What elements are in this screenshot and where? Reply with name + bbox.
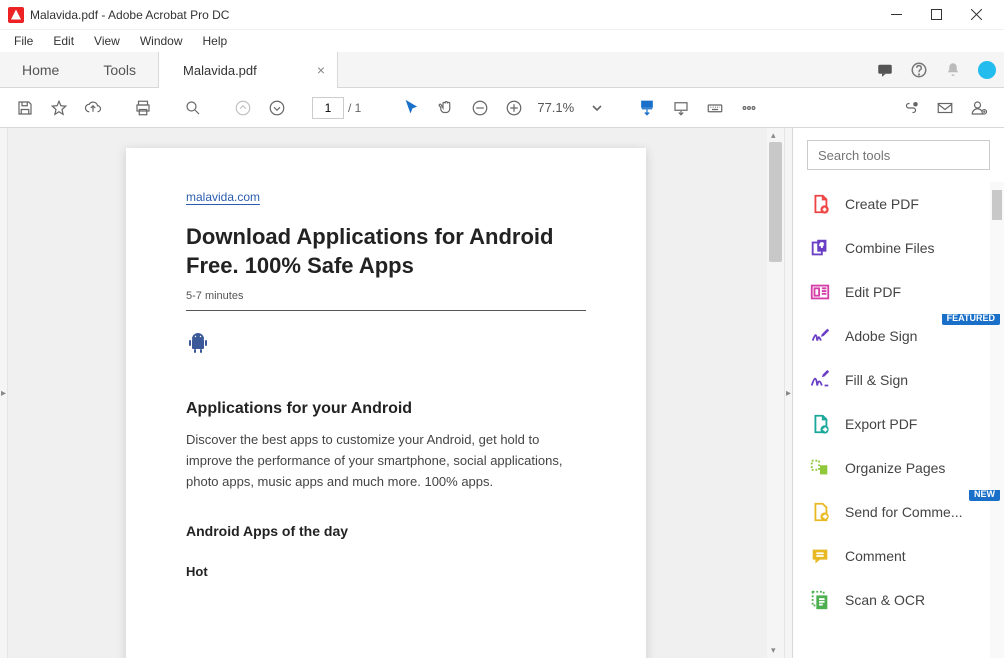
- tab-document-label: Malavida.pdf: [183, 63, 257, 78]
- doc-read-time: 5-7 minutes: [186, 290, 586, 302]
- print-icon[interactable]: [128, 93, 158, 123]
- fillsign-icon: [809, 369, 831, 391]
- cloud-upload-icon[interactable]: [78, 93, 108, 123]
- tool-label: Fill & Sign: [845, 372, 988, 388]
- menu-edit[interactable]: Edit: [43, 32, 84, 50]
- pdf-page: malavida.com Download Applications for A…: [126, 148, 646, 658]
- zoom-in-icon[interactable]: [499, 93, 529, 123]
- menu-window[interactable]: Window: [130, 32, 193, 50]
- help-icon[interactable]: [902, 52, 936, 87]
- menu-help[interactable]: Help: [193, 32, 238, 50]
- content-area: ▸ malavida.com Download Applications for…: [0, 128, 1004, 658]
- scrollbar-thumb[interactable]: [769, 142, 782, 262]
- comment-icon: [809, 545, 831, 567]
- organize-icon: [809, 457, 831, 479]
- user-avatar[interactable]: [970, 52, 1004, 87]
- email-icon[interactable]: [930, 93, 960, 123]
- tool-label: Edit PDF: [845, 284, 988, 300]
- acrobat-icon: [8, 7, 24, 23]
- tool-badge: NEW: [969, 490, 1000, 501]
- zoom-out-icon[interactable]: [465, 93, 495, 123]
- tool-item-sendcomment[interactable]: Send for Comme... NEW: [793, 490, 1004, 534]
- bell-icon[interactable]: [936, 52, 970, 87]
- tab-home[interactable]: Home: [0, 52, 81, 87]
- keyboard-icon[interactable]: [700, 93, 730, 123]
- link-cloud-icon[interactable]: [896, 93, 926, 123]
- sign-icon: [809, 325, 831, 347]
- tools-list: Create PDF Combine Files Edit PDF Adobe Sig…: [793, 182, 1004, 658]
- tool-badge: FEATURED: [942, 314, 1000, 325]
- page-input[interactable]: [312, 97, 344, 119]
- minimize-button[interactable]: [876, 0, 916, 29]
- window-title: Malavida.pdf - Adobe Acrobat Pro DC: [30, 8, 876, 22]
- page-down-icon[interactable]: [262, 93, 292, 123]
- chat-icon[interactable]: [868, 52, 902, 87]
- android-icon: [186, 331, 210, 355]
- tool-label: Organize Pages: [845, 460, 988, 476]
- menu-file[interactable]: File: [4, 32, 43, 50]
- tool-label: Send for Comme...: [845, 504, 988, 520]
- scan-icon: [809, 589, 831, 611]
- tool-item-scan[interactable]: Scan & OCR: [793, 578, 1004, 622]
- tool-item-sign[interactable]: Adobe Sign FEATURED: [793, 314, 1004, 358]
- sendcomment-icon: [809, 501, 831, 523]
- doc-h4: Hot: [186, 564, 586, 579]
- doc-h3: Android Apps of the day: [186, 523, 586, 539]
- doc-domain: malavida.com: [186, 190, 260, 205]
- export-icon: [809, 413, 831, 435]
- page-total: / 1: [348, 101, 361, 115]
- tool-item-organize[interactable]: Organize Pages: [793, 446, 1004, 490]
- create-icon: [809, 193, 831, 215]
- toolbar: / 1 77.1%: [0, 88, 1004, 128]
- close-button[interactable]: [956, 0, 996, 29]
- doc-h2: Applications for your Android: [186, 400, 586, 418]
- hand-tool-icon[interactable]: [431, 93, 461, 123]
- tab-tools[interactable]: Tools: [81, 52, 158, 87]
- tool-item-combine[interactable]: Combine Files: [793, 226, 1004, 270]
- tool-label: Adobe Sign: [845, 328, 988, 344]
- zoom-value[interactable]: 77.1%: [533, 100, 578, 115]
- tool-item-edit[interactable]: Edit PDF: [793, 270, 1004, 314]
- left-panel-toggle[interactable]: ▸: [0, 128, 8, 658]
- share-user-icon[interactable]: [964, 93, 994, 123]
- right-panel-toggle[interactable]: ▸: [784, 128, 792, 658]
- tab-close-icon[interactable]: ×: [317, 62, 325, 78]
- titlebar: Malavida.pdf - Adobe Acrobat Pro DC: [0, 0, 1004, 30]
- selection-tool-icon[interactable]: [397, 93, 427, 123]
- combine-icon: [809, 237, 831, 259]
- tool-item-export[interactable]: Export PDF: [793, 402, 1004, 446]
- maximize-button[interactable]: [916, 0, 956, 29]
- tab-document[interactable]: Malavida.pdf ×: [158, 52, 338, 88]
- zoom-dropdown-icon[interactable]: [582, 93, 612, 123]
- edit-icon: [809, 281, 831, 303]
- menubar: File Edit View Window Help: [0, 30, 1004, 52]
- doc-heading: Download Applications for Android Free. …: [186, 223, 586, 280]
- tool-label: Combine Files: [845, 240, 988, 256]
- doc-divider: [186, 310, 586, 311]
- viewport-scrollbar[interactable]: ▴ ▾: [767, 128, 784, 658]
- more-icon[interactable]: [734, 93, 764, 123]
- tool-item-create[interactable]: Create PDF: [793, 182, 1004, 226]
- tool-label: Scan & OCR: [845, 592, 988, 608]
- find-icon[interactable]: [178, 93, 208, 123]
- save-icon[interactable]: [10, 93, 40, 123]
- doc-paragraph: Discover the best apps to customize your…: [186, 430, 586, 492]
- menu-view[interactable]: View: [84, 32, 130, 50]
- tool-label: Create PDF: [845, 196, 988, 212]
- tab-row: Home Tools Malavida.pdf ×: [0, 52, 1004, 88]
- tool-label: Export PDF: [845, 416, 988, 432]
- tools-search-input[interactable]: [807, 140, 990, 170]
- star-icon[interactable]: [44, 93, 74, 123]
- page-up-icon[interactable]: [228, 93, 258, 123]
- fit-page-icon[interactable]: [666, 93, 696, 123]
- tool-label: Comment: [845, 548, 988, 564]
- tools-panel: Create PDF Combine Files Edit PDF Adobe Sig…: [792, 128, 1004, 658]
- document-viewport[interactable]: malavida.com Download Applications for A…: [8, 128, 784, 658]
- tool-item-fillsign[interactable]: Fill & Sign: [793, 358, 1004, 402]
- tool-item-comment[interactable]: Comment: [793, 534, 1004, 578]
- fit-width-icon[interactable]: [632, 93, 662, 123]
